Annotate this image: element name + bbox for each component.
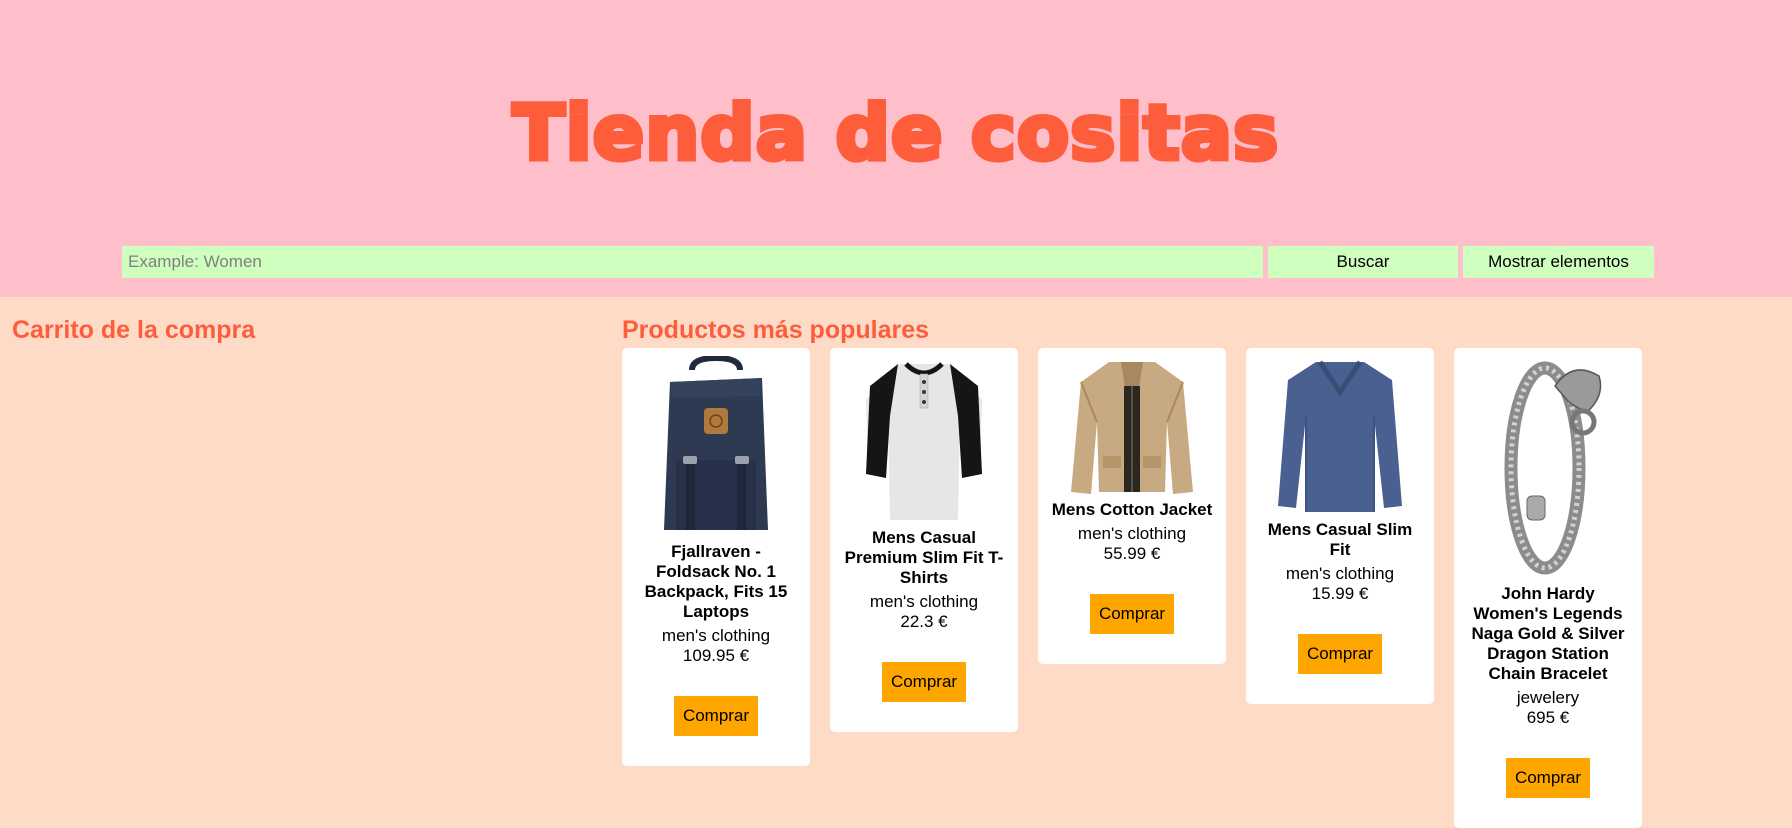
bracelet-icon [1504, 361, 1602, 575]
buy-button[interactable]: Comprar [882, 662, 966, 702]
search-input[interactable] [122, 246, 1263, 278]
search-bar: Buscar Mostrar elementos [122, 246, 1654, 278]
product-price: 15.99 € [1311, 584, 1369, 603]
product-price: 695 € [1526, 708, 1570, 727]
product-name: Mens Casual Slim Fit [1267, 520, 1413, 559]
cart-title: Carrito de la compra [12, 316, 256, 344]
product-card: Mens Casual Premium Slim Fit T-Shirts me… [830, 348, 1018, 732]
product-category: men's clothing [1285, 564, 1395, 583]
buy-button[interactable]: Comprar [1506, 758, 1590, 798]
product-name: John Hardy Women's Legends Naga Gold & S… [1471, 584, 1625, 683]
jacket-icon [1071, 362, 1193, 494]
buy-button[interactable]: Comprar [674, 696, 758, 736]
backpack-icon [664, 356, 768, 530]
product-category: men's clothing [1077, 524, 1187, 543]
product-name: Mens Cotton Jacket [1051, 500, 1213, 519]
product-list: Fjallraven - Foldsack No. 1 Backpack, Fi… [622, 348, 1662, 828]
products-title: Productos más populares [622, 316, 930, 344]
sweater-icon [1278, 360, 1402, 512]
buy-button[interactable]: Comprar [1298, 634, 1382, 674]
product-card: Fjallraven - Foldsack No. 1 Backpack, Fi… [622, 348, 810, 766]
product-name: Fjallraven - Foldsack No. 1 Backpack, Fi… [644, 542, 788, 621]
product-category: jewelery [1516, 688, 1580, 707]
product-name: Mens Casual Premium Slim Fit T-Shirts [844, 528, 1004, 587]
site-title: Tienda de cositas [510, 86, 1281, 180]
product-price: 109.95 € [682, 646, 750, 665]
product-category: men's clothing [661, 626, 771, 645]
product-card: Mens Cotton Jacket men's clothing 55.99 … [1038, 348, 1226, 664]
product-card: Mens Casual Slim Fit men's clothing 15.9… [1246, 348, 1434, 704]
buy-button[interactable]: Comprar [1090, 594, 1174, 634]
product-price: 55.99 € [1103, 544, 1161, 563]
show-elements-button[interactable]: Mostrar elementos [1463, 246, 1654, 278]
search-button[interactable]: Buscar [1268, 246, 1458, 278]
site-header: Tienda de cositas Buscar Mostrar element… [0, 0, 1792, 297]
product-card: John Hardy Women's Legends Naga Gold & S… [1454, 348, 1642, 828]
tshirt-icon [866, 362, 982, 520]
product-category: men's clothing [869, 592, 979, 611]
product-price: 22.3 € [900, 612, 948, 631]
